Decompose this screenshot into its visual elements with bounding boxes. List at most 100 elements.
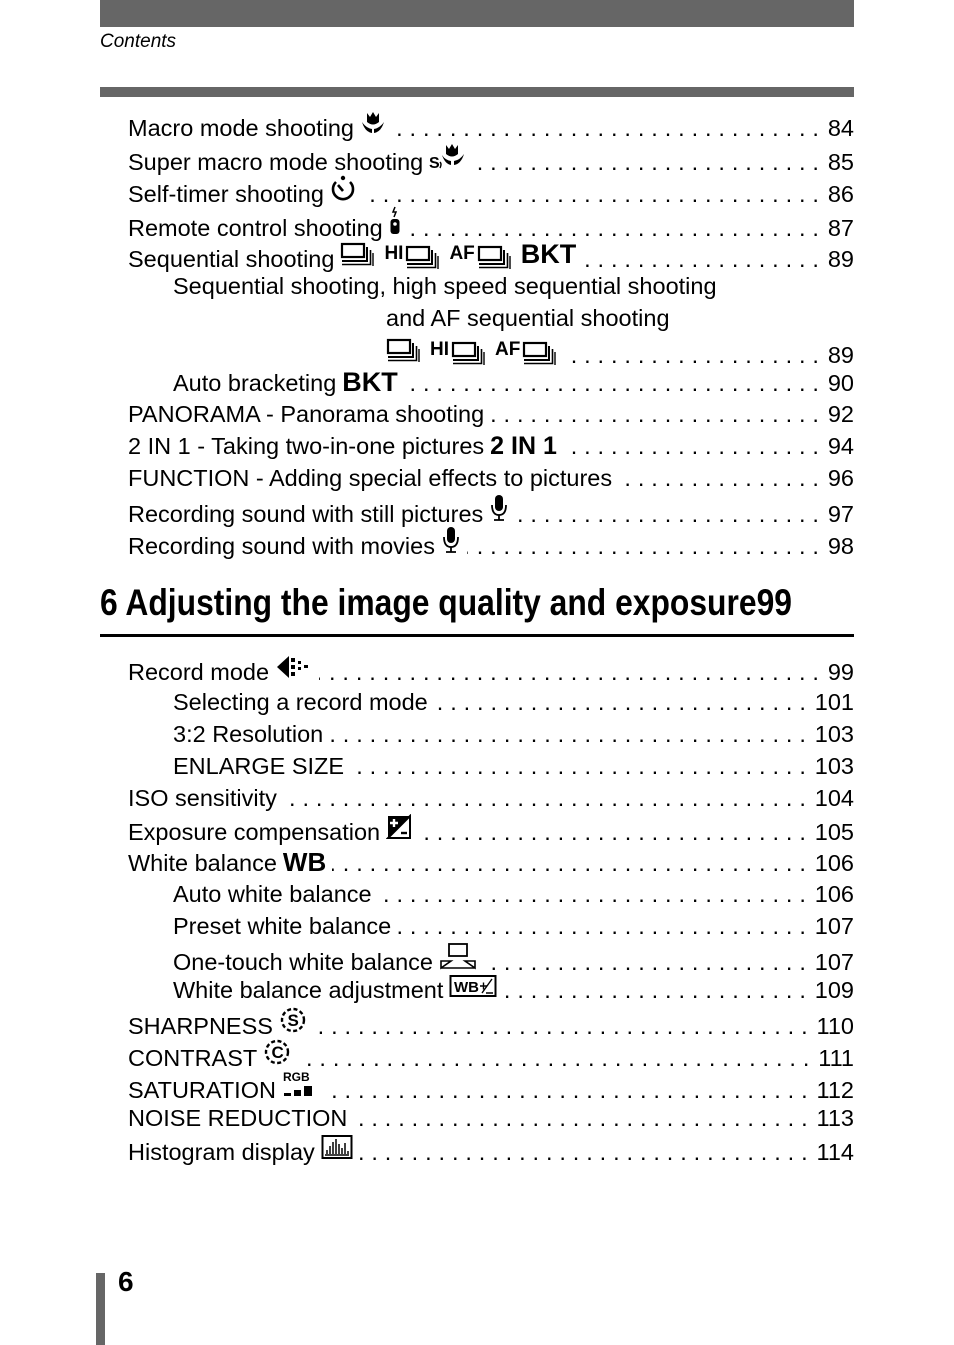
- dot-leader: ........................................…: [378, 881, 813, 907]
- toc-entry-page[interactable]: 103: [813, 718, 854, 750]
- toc-entry-page[interactable]: 90: [826, 367, 854, 399]
- hi-sequential-icon: HI: [430, 334, 485, 366]
- svg-text:S: S: [429, 155, 440, 170]
- toc-entry-title: Record mode: [128, 656, 276, 688]
- sequential-icon: [386, 337, 420, 363]
- svg-text:C: C: [272, 1043, 284, 1062]
- dot-leader: ........................................…: [329, 721, 813, 747]
- toc-entry[interactable]: One-touch white balance.................…: [128, 942, 854, 978]
- record-mode-icon: [275, 654, 313, 680]
- toc-entry[interactable]: SHARPNESS S..............................…: [128, 1006, 854, 1042]
- toc-entry[interactable]: White balance adjustment WB..............…: [128, 974, 854, 1006]
- dot-leader: ........................................…: [353, 1105, 815, 1131]
- toc-entry-page[interactable]: 99: [826, 656, 854, 688]
- hi-sequential-icon: HI: [384, 238, 440, 270]
- toc-entry[interactable]: White balance WB.........................…: [128, 846, 854, 879]
- toc-entry[interactable]: Preset white balance....................…: [128, 910, 854, 942]
- af-sequential-icon: AF: [495, 334, 557, 366]
- section-page[interactable]: 99: [757, 582, 792, 624]
- bkt-icon: BKT: [520, 239, 577, 269]
- sequential-icon: [340, 241, 375, 267]
- toc-entry-title: PANORAMA - Panorama shooting: [128, 398, 491, 430]
- toc-entry-page[interactable]: 92: [826, 398, 854, 430]
- dot-leader: ........................................…: [618, 465, 826, 491]
- toc-entry[interactable]: ISO sensitivity.........................…: [128, 782, 854, 814]
- toc-entry[interactable]: Recording sound with still pictures.....…: [128, 494, 854, 530]
- header-label: Contents: [100, 31, 177, 52]
- microphone-icon: [441, 526, 461, 554]
- toc-entry[interactable]: 3:2 Resolution..........................…: [128, 718, 854, 750]
- toc-entry[interactable]: PANORAMA - Panorama shooting............…: [128, 398, 854, 430]
- sharpness-icon: S: [279, 1006, 307, 1034]
- toc-entry-title: Preset white balance: [173, 910, 398, 942]
- toc-entry[interactable]: Exposure compensation...................…: [128, 814, 854, 848]
- dot-leader: ........................................…: [404, 370, 826, 396]
- toc-entry-page[interactable]: 106: [813, 878, 854, 910]
- histogram-icon: [321, 1134, 353, 1160]
- toc-entry-page[interactable]: 96: [826, 462, 854, 494]
- toc-entry-title: ENLARGE SIZE: [173, 750, 351, 782]
- toc-entry-title: Selecting a record mode: [173, 686, 434, 718]
- dot-leader: ........................................…: [467, 533, 826, 559]
- toc-entry[interactable]: Auto white balance......................…: [128, 878, 854, 910]
- toc-entry-page[interactable]: 89: [826, 243, 854, 275]
- toc-entry[interactable]: 2 IN 1 - Taking two-in-one pictures 2 IN …: [128, 430, 854, 462]
- svg-text:S: S: [287, 1011, 298, 1030]
- toc-entry[interactable]: Sequential shooting, high speed sequenti…: [128, 270, 854, 368]
- toc-entry[interactable]: Histogram display.......................…: [128, 1134, 854, 1168]
- dot-leader: ........................................…: [397, 913, 813, 939]
- dot-leader: ........................................…: [350, 753, 813, 779]
- toc-entry[interactable]: CONTRAST C...............................…: [128, 1038, 854, 1074]
- dot-leader: ........................................…: [562, 433, 826, 459]
- toc-entry-title: 3:2 Resolution: [173, 718, 330, 750]
- toc-entry-page[interactable]: 94: [826, 430, 854, 462]
- toc-entry-page[interactable]: 103: [813, 750, 854, 782]
- dot-leader: ........................................…: [434, 689, 813, 715]
- toc-entry-page[interactable]: 104: [813, 782, 854, 814]
- toc-entry-page[interactable]: 114: [815, 1136, 854, 1168]
- header-bar: [100, 0, 854, 27]
- toc-entry-page[interactable]: 84: [826, 112, 854, 144]
- remote-control-icon: [389, 206, 401, 236]
- toc-entry[interactable]: FUNCTION - Adding special effects to pic…: [128, 462, 854, 494]
- toc-entry[interactable]: Record mode.............................…: [128, 654, 854, 688]
- svg-text:WB: WB: [454, 979, 479, 996]
- saturation-icon: RGB: [282, 1070, 318, 1098]
- toc-list-part2: Record mode.............................…: [128, 654, 854, 1168]
- toc-entry-page[interactable]: 113: [815, 1102, 854, 1134]
- toc-entry[interactable]: NOISE REDUCTION.........................…: [128, 1102, 854, 1134]
- toc-entry[interactable]: Super macro mode shooting S..............…: [128, 142, 854, 178]
- toc-entry[interactable]: Self-timer shooting.....................…: [128, 174, 854, 210]
- macro-icon: [360, 110, 386, 136]
- toc-entry-page[interactable]: 107: [813, 910, 854, 942]
- toc-entry[interactable]: Selecting a record mode.................…: [128, 686, 854, 718]
- toc-entry-page[interactable]: 109: [813, 974, 854, 1006]
- toc-entry-title: Macro mode shooting: [128, 112, 360, 144]
- toc-entry[interactable]: Macro mode shooting.....................…: [128, 110, 854, 144]
- svg-text:RGB: RGB: [283, 1070, 310, 1084]
- header-rule: [100, 87, 854, 97]
- toc-entry-page[interactable]: 98: [826, 530, 854, 562]
- section-title: Adjusting the image quality and exposure: [125, 582, 757, 623]
- exposure-compensation-icon: [386, 814, 412, 840]
- one-touch-wb-icon: [439, 942, 477, 970]
- toc-entry-title: FUNCTION - Adding special effects to pic…: [128, 462, 619, 494]
- toc-entry[interactable]: ENLARGE SIZE............................…: [128, 750, 854, 782]
- toc-entry-title: Auto bracketing: [173, 367, 343, 399]
- toc-entry-title: ISO sensitivity: [128, 782, 283, 814]
- super-macro-icon: S: [429, 142, 467, 170]
- toc-entry-page[interactable]: 105: [813, 816, 854, 848]
- dot-leader: ........................................…: [490, 401, 826, 427]
- dot-leader: ........................................…: [282, 785, 813, 811]
- toc-entry[interactable]: Remote control shooting.................…: [128, 206, 854, 244]
- toc-entry[interactable]: Recording sound with movies.............…: [128, 526, 854, 562]
- toc-entry-page[interactable]: 106: [813, 847, 854, 879]
- dot-leader: ........................................…: [358, 1139, 815, 1165]
- toc-entry[interactable]: SATURATION RGB...........................…: [128, 1070, 854, 1106]
- toc-entry[interactable]: Sequential shooting HI AF BKT..............…: [128, 238, 854, 275]
- toc-entry-title: White balance: [128, 847, 283, 879]
- wb-adjust-icon: WB: [449, 974, 497, 998]
- dot-leader: ........................................…: [582, 246, 826, 272]
- toc-entry[interactable]: Auto bracketing BKT......................…: [128, 366, 854, 399]
- toc-entry-page[interactable]: 101: [813, 686, 854, 718]
